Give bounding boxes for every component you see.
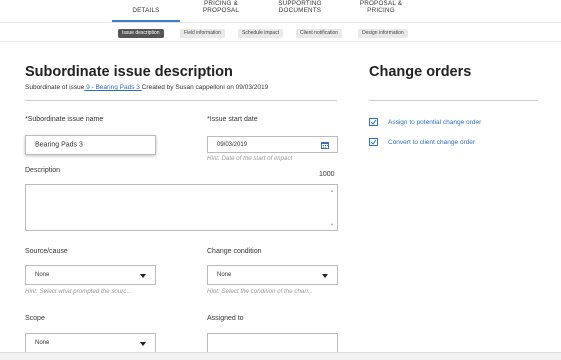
scroll-down-icon[interactable]: ▼ bbox=[330, 222, 334, 227]
convert-change-order-icon bbox=[369, 138, 378, 146]
assign-change-order-icon bbox=[369, 118, 378, 126]
title-divider bbox=[25, 100, 337, 101]
chip-issue-description[interactable]: Issue description bbox=[118, 29, 164, 38]
scope-select[interactable]: None bbox=[25, 333, 156, 353]
tab-pricing-proposal[interactable]: PRICING & PROPOSAL bbox=[188, 0, 254, 22]
tab-details-label: DETAILS bbox=[132, 7, 160, 14]
subtitle-prefix: Subordinate of issue bbox=[25, 84, 85, 91]
start-date-input[interactable]: 09/03/2019 bbox=[207, 136, 338, 153]
change-condition-label: Change condition bbox=[207, 248, 262, 255]
start-date-hint: Hint: Date of the start of impact bbox=[207, 155, 293, 162]
parent-issue-link[interactable]: 9 - Bearing Pads 3 bbox=[84, 84, 141, 91]
assigned-to-input[interactable] bbox=[207, 333, 338, 353]
source-cause-label: Source/cause bbox=[25, 248, 68, 255]
tab-label-line2: DOCUMENTS bbox=[278, 7, 322, 14]
calendar-icon[interactable] bbox=[321, 141, 329, 149]
top-tab-bar: DETAILS PRICING & PROPOSAL SUPPORTING DO… bbox=[0, 0, 561, 23]
issue-name-value: Bearing Pads 3 bbox=[35, 141, 83, 149]
chip-field-information[interactable]: Field information bbox=[180, 29, 225, 38]
chevron-down-icon bbox=[140, 273, 146, 278]
page-title: Subordinate issue description bbox=[25, 64, 233, 80]
header-divider bbox=[0, 41, 561, 42]
source-cause-value: None bbox=[35, 272, 50, 278]
source-cause-select[interactable]: None bbox=[25, 265, 156, 285]
description-label: Description bbox=[25, 167, 61, 174]
scroll-up-icon[interactable]: ▲ bbox=[330, 188, 334, 193]
subtitle-suffix: Created by Susan cappelloni on 09/03/201… bbox=[141, 84, 269, 91]
convert-change-order-label: Convert to client change order bbox=[388, 139, 476, 146]
tab-label-line2: PRICING bbox=[367, 7, 395, 14]
assign-change-order-label: Assign to potential change order bbox=[388, 119, 482, 126]
tab-details[interactable]: DETAILS bbox=[112, 0, 180, 22]
change-condition-value: None bbox=[217, 272, 232, 278]
tab-label-line2: PROPOSAL bbox=[202, 7, 240, 14]
issue-name-label: *Subordinate issue name bbox=[25, 116, 104, 123]
change-orders-divider bbox=[369, 100, 538, 101]
chevron-down-icon bbox=[140, 341, 146, 346]
description-textarea[interactable]: ▲ ▼ bbox=[25, 184, 338, 231]
issue-name-input[interactable]: Bearing Pads 3 bbox=[25, 135, 156, 155]
page-subtitle: Subordinate of issue 9 - Bearing Pads 3 … bbox=[25, 84, 268, 91]
tab-label-line1: PROPOSAL & bbox=[359, 0, 403, 7]
start-date-label: *Issue start date bbox=[207, 116, 258, 123]
chip-client-notification[interactable]: Client notification bbox=[296, 29, 343, 38]
change-orders-title: Change orders bbox=[369, 64, 472, 80]
tab-supporting-documents[interactable]: SUPPORTING DOCUMENTS bbox=[262, 0, 338, 22]
tab-proposal-pricing[interactable]: PROPOSAL & PRICING bbox=[346, 0, 416, 22]
scope-value: None bbox=[35, 340, 50, 346]
chip-schedule-impact[interactable]: Schedule impact bbox=[238, 29, 283, 38]
description-char-count: 1000 bbox=[319, 171, 335, 178]
section-chips: Issue description Field information Sche… bbox=[0, 29, 561, 41]
assigned-to-label: Assigned to bbox=[207, 315, 244, 322]
chevron-down-icon bbox=[322, 273, 328, 278]
start-date-value: 09/03/2019 bbox=[217, 141, 248, 148]
source-cause-hint: Hint: Select what prompted the sourc... bbox=[25, 288, 132, 295]
scope-label: Scope bbox=[25, 315, 45, 322]
change-condition-hint: Hint: Select the condition of the chan..… bbox=[207, 288, 313, 295]
chip-design-information[interactable]: Design information bbox=[358, 29, 408, 38]
tab-label-line1: PRICING & bbox=[204, 0, 238, 7]
change-condition-select[interactable]: None bbox=[207, 265, 338, 285]
tab-label-line1: SUPPORTING bbox=[278, 0, 322, 7]
